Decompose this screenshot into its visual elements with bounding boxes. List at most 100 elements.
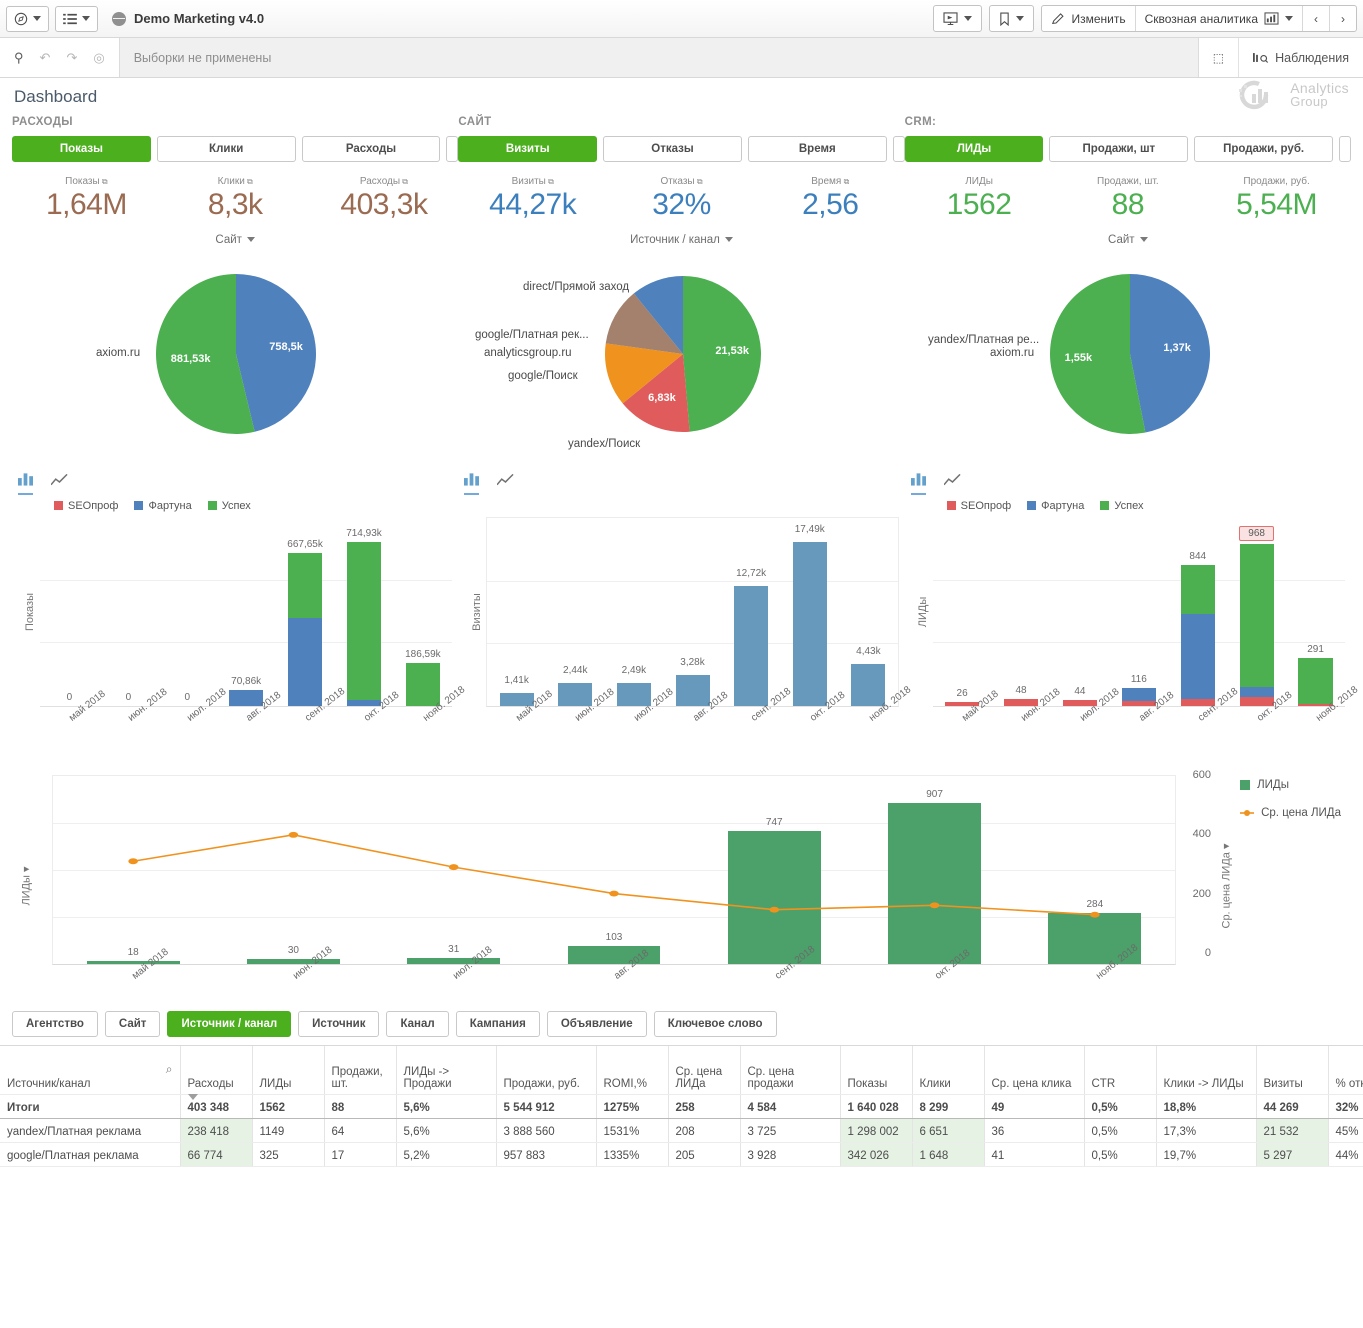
segment-button-Клики[interactable]: Клики xyxy=(157,136,296,162)
tab-bar-chart[interactable] xyxy=(464,472,479,495)
bar-slot[interactable]: 1,41k xyxy=(487,518,546,706)
undo-icon[interactable]: ↶ xyxy=(40,50,51,66)
segment-button-Визиты[interactable]: Визиты xyxy=(458,136,597,162)
table-cell-label[interactable]: google/Платная реклама xyxy=(0,1142,180,1166)
bar-slot[interactable]: 3,28k xyxy=(663,518,722,706)
tab-bar-chart[interactable] xyxy=(18,472,33,495)
cpl-point[interactable] xyxy=(609,891,619,897)
table-header-cell[interactable]: CTR xyxy=(1084,1046,1156,1094)
plot-area[interactable]: Показы00070,86k667,65k714,93k186,59k xyxy=(40,517,452,707)
table-header-cell[interactable]: Источник/канал⌕ xyxy=(0,1046,180,1094)
segment-button-overflow[interactable] xyxy=(893,136,905,162)
bar-segment[interactable] xyxy=(406,663,440,706)
segment-button-Время[interactable]: Время xyxy=(748,136,887,162)
bar-slot[interactable]: 714,93k xyxy=(335,517,394,706)
edit-button[interactable]: Изменить xyxy=(1042,6,1135,31)
table-header-cell[interactable]: Продажи, шт. xyxy=(324,1046,396,1094)
segment-button-Расходы[interactable]: Расходы xyxy=(302,136,441,162)
bar-slot[interactable]: 0 xyxy=(40,517,99,706)
prev-sheet-button[interactable]: ‹ xyxy=(1303,6,1330,31)
table-header-cell[interactable]: ROMI,% xyxy=(596,1046,668,1094)
dimension-button-Источникканал[interactable]: Источник / канал xyxy=(167,1011,291,1037)
bar-segment[interactable] xyxy=(1122,688,1156,701)
bar-segment[interactable] xyxy=(1240,544,1274,687)
segment-button-Отказы[interactable]: Отказы xyxy=(603,136,742,162)
table-row[interactable]: google/Платная реклама66 774325175,2%957… xyxy=(0,1142,1363,1166)
bar-slot[interactable]: 12,72k xyxy=(722,518,781,706)
dimension-button-Кампания[interactable]: Кампания xyxy=(456,1011,540,1037)
dimension-button-Канал[interactable]: Канал xyxy=(386,1011,448,1037)
next-sheet-button[interactable]: › xyxy=(1330,6,1356,31)
tab-line-chart[interactable] xyxy=(944,474,961,495)
bar-segment[interactable] xyxy=(617,683,651,706)
clear-selections-icon[interactable]: ◎ xyxy=(93,50,104,66)
pie-svg[interactable] xyxy=(906,246,1353,461)
bar-slot[interactable]: 17,49k xyxy=(780,518,839,706)
bar-slot[interactable]: 44 xyxy=(1050,517,1109,706)
tab-line-chart[interactable] xyxy=(497,474,514,495)
bar-segment[interactable] xyxy=(851,664,885,706)
table-header-cell[interactable]: Показы xyxy=(840,1046,912,1094)
navigation-button[interactable] xyxy=(6,6,49,32)
bar-slot[interactable]: 4,43k xyxy=(839,518,898,706)
bar-slot[interactable]: 0 xyxy=(158,517,217,706)
cpl-point[interactable] xyxy=(128,858,138,864)
kpi-dimension-selector[interactable]: Сайт xyxy=(905,234,1351,246)
table-header-cell[interactable]: ЛИДы -> Продажи xyxy=(396,1046,496,1094)
segment-button-overflow[interactable] xyxy=(446,136,458,162)
bar-slot[interactable]: 116 xyxy=(1109,517,1168,706)
insights-button[interactable]: Наблюдения xyxy=(1239,38,1363,77)
tab-bar-chart[interactable] xyxy=(911,472,926,495)
segment-button-overflow[interactable] xyxy=(1339,136,1351,162)
bar-slot[interactable]: 70,86k xyxy=(217,517,276,706)
pie-svg[interactable] xyxy=(459,246,906,461)
bar-segment[interactable] xyxy=(347,542,381,700)
redo-icon[interactable]: ↷ xyxy=(66,50,77,66)
bar-slot[interactable]: 48 xyxy=(992,517,1051,706)
segment-button-Продажируб[interactable]: Продажи, руб. xyxy=(1194,136,1333,162)
table-cell-label[interactable]: Итоги xyxy=(0,1094,180,1118)
table-header-cell[interactable]: Расходы xyxy=(180,1046,252,1094)
plot-area[interactable]: ЛИДы264844116844968291 xyxy=(933,517,1345,707)
bar-segment[interactable] xyxy=(1181,565,1215,613)
bar-segment[interactable] xyxy=(1240,687,1274,697)
combo-legend-item[interactable]: ЛИДы xyxy=(1240,779,1341,791)
bar-slot[interactable]: 844 xyxy=(1168,517,1227,706)
bar-slot[interactable]: 2,44k xyxy=(546,518,605,706)
bar-segment[interactable] xyxy=(1298,658,1332,704)
bar-slot[interactable]: 26 xyxy=(933,517,992,706)
combo-plot-area[interactable]: 183031103747907284 xyxy=(52,775,1176,965)
table-header-cell[interactable]: Продажи, руб. xyxy=(496,1046,596,1094)
segment-button-Показы[interactable]: Показы xyxy=(12,136,151,162)
bar-slot[interactable]: 0 xyxy=(99,517,158,706)
tab-line-chart[interactable] xyxy=(51,474,68,495)
bar-segment[interactable] xyxy=(288,618,322,706)
bar-segment[interactable] xyxy=(1181,614,1215,699)
bar-slot[interactable]: 2,49k xyxy=(605,518,664,706)
dimension-button-Сайт[interactable]: Сайт xyxy=(105,1011,161,1037)
combo-right-axis-title[interactable]: Ср. цена ЛИДа ▾ xyxy=(1220,844,1233,929)
table-header-cell[interactable]: Клики xyxy=(912,1046,984,1094)
table-header-cell[interactable]: Ср. цена продажи xyxy=(740,1046,840,1094)
sheet-selector[interactable]: Сквозная аналитика xyxy=(1136,6,1303,31)
lasso-select-icon[interactable]: ⬚ xyxy=(1199,38,1239,77)
plot-area[interactable]: Визиты1,41k2,44k2,49k3,28k12,72k17,49k4,… xyxy=(486,517,898,707)
cpl-point[interactable] xyxy=(449,864,459,870)
bar-slot[interactable]: 667,65k xyxy=(276,517,335,706)
dimension-button-Агентство[interactable]: Агентство xyxy=(12,1011,98,1037)
sheets-button[interactable] xyxy=(55,6,98,32)
bar-slot[interactable]: 968 xyxy=(1227,517,1286,706)
table-header-cell[interactable]: Ср. цена клика xyxy=(984,1046,1084,1094)
bar-segment[interactable] xyxy=(793,542,827,707)
selection-search-icon[interactable]: ⚲ xyxy=(14,50,24,66)
story-button[interactable] xyxy=(934,6,981,31)
dimension-button-Ключевоеслово[interactable]: Ключевое слово xyxy=(654,1011,777,1037)
cpl-point[interactable] xyxy=(769,907,779,913)
bar-segment[interactable] xyxy=(676,675,710,706)
table-header-cell[interactable]: Визиты xyxy=(1256,1046,1328,1094)
pie-svg[interactable] xyxy=(12,246,459,461)
bar-slot[interactable]: 291 xyxy=(1286,517,1345,706)
dimension-button-Объявление[interactable]: Объявление xyxy=(547,1011,647,1037)
segment-button-ЛИДы[interactable]: ЛИДы xyxy=(905,136,1044,162)
segment-button-Продажишт[interactable]: Продажи, шт xyxy=(1049,136,1188,162)
